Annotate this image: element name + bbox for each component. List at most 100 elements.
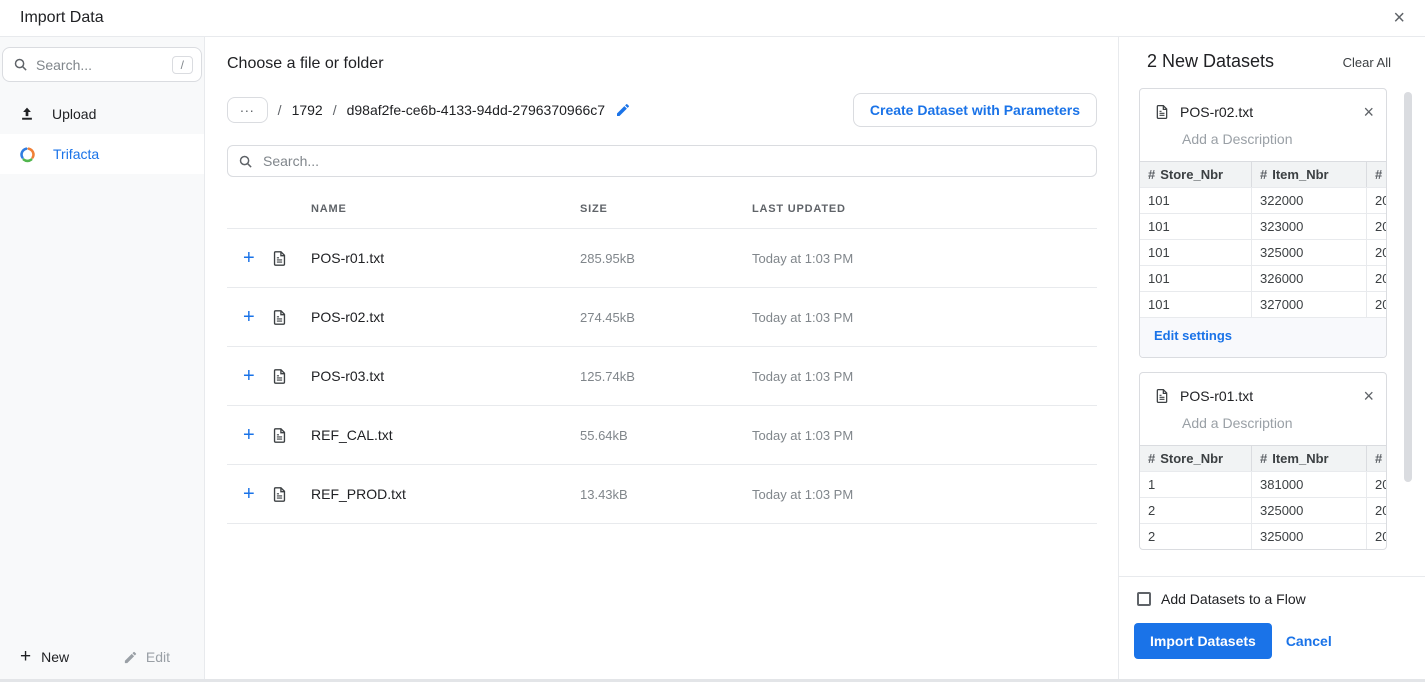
file-browser-panel: Choose a file or folder ... / 1792 / d98… [205, 37, 1118, 682]
preview-cell: 20 [1367, 523, 1386, 549]
sidebar-item-label: Trifacta [53, 146, 99, 162]
edit-settings-link[interactable]: Edit settings [1154, 328, 1232, 343]
file-icon [1154, 387, 1170, 405]
create-dataset-with-parameters-button[interactable]: Create Dataset with Parameters [853, 93, 1097, 127]
dataset-cards: POS-r02.txt × Add a Description #Store_N… [1119, 80, 1425, 576]
sidebar-footer: + New Edit [0, 632, 204, 682]
file-last-updated: Today at 1:03 PM [752, 428, 1097, 443]
preview-row: 10132300020 [1140, 213, 1386, 239]
preview-cell: 323000 [1252, 213, 1367, 239]
file-icon [271, 308, 311, 327]
search-icon [238, 154, 253, 169]
dialog-title: Import Data [20, 9, 104, 27]
file-row[interactable]: + POS-r02.txt 274.45kB Today at 1:03 PM [227, 288, 1097, 347]
column-header-last-updated: LAST UPDATED [752, 203, 1097, 215]
preview-cell: 20 [1367, 265, 1386, 291]
file-icon [271, 367, 311, 386]
preview-cell: 2 [1140, 523, 1252, 549]
preview-table-header: #Store_Nbr#Item_Nbr # [1140, 445, 1386, 471]
add-file-plus-icon[interactable]: + [227, 248, 271, 268]
clear-all-button[interactable]: Clear All [1343, 55, 1391, 70]
file-row[interactable]: + REF_CAL.txt 55.64kB Today at 1:03 PM [227, 406, 1097, 465]
edit-connection-button[interactable]: Edit [123, 649, 170, 665]
file-icon [271, 426, 311, 445]
breadcrumb-separator: / [278, 102, 282, 118]
dataset-filename: POS-r01.txt [1180, 387, 1253, 404]
preview-cell: 101 [1140, 291, 1252, 317]
preview-cell: 101 [1140, 213, 1252, 239]
remove-dataset-close-icon[interactable]: × [1363, 103, 1374, 121]
preview-column-header: #Store_Nbr [1140, 445, 1252, 471]
breadcrumb-segment-current[interactable]: d98af2fe-ce6b-4133-94dd-2796370966c7 [347, 102, 605, 118]
dataset-card: POS-r02.txt × Add a Description # Store_N… [1139, 88, 1387, 358]
remove-dataset-close-icon[interactable]: × [1363, 387, 1374, 405]
add-file-plus-icon[interactable]: + [227, 425, 271, 445]
numeric-type-icon: # [1148, 167, 1155, 182]
add-to-flow-option[interactable]: Add Datasets to a Flow [1137, 591, 1409, 607]
dataset-description-placeholder[interactable]: Add a Description [1182, 131, 1372, 147]
dataset-card-footer: Edit settings [1140, 317, 1386, 357]
upload-icon [18, 105, 36, 123]
file-row[interactable]: + POS-r03.txt 125.74kB Today at 1:03 PM [227, 347, 1097, 406]
sidebar-search-input[interactable] [36, 57, 164, 73]
file-name: POS-r03.txt [311, 368, 580, 384]
import-datasets-button[interactable]: Import Datasets [1134, 623, 1272, 659]
preview-cell: 20 [1367, 239, 1386, 265]
file-search-input[interactable] [263, 153, 1086, 169]
add-to-flow-label: Add Datasets to a Flow [1161, 591, 1306, 607]
breadcrumb-separator: / [333, 102, 337, 118]
numeric-type-icon: # [1148, 451, 1155, 466]
dataset-description-placeholder[interactable]: Add a Description [1182, 415, 1372, 431]
add-to-flow-checkbox[interactable] [1137, 592, 1151, 606]
cancel-button[interactable]: Cancel [1286, 633, 1332, 649]
dataset-filename: POS-r02.txt [1180, 103, 1253, 120]
breadcrumb-ellipsis-button[interactable]: ... [227, 97, 268, 123]
file-last-updated: Today at 1:03 PM [752, 487, 1097, 502]
preview-column-header: #Item_Nbr [1252, 161, 1367, 187]
preview-column-header: #Item_Nbr [1252, 445, 1367, 471]
preview-row: 138100020 [1140, 471, 1386, 497]
sidebar-item-upload[interactable]: Upload [0, 94, 204, 134]
pencil-icon [123, 650, 138, 665]
numeric-type-icon: # [1375, 451, 1382, 466]
preview-cell: 20 [1367, 471, 1386, 497]
file-search-box[interactable] [227, 145, 1097, 177]
edit-button-label: Edit [146, 649, 170, 665]
file-row[interactable]: + POS-r01.txt 285.95kB Today at 1:03 PM [227, 229, 1097, 288]
file-icon [271, 485, 311, 504]
edit-path-pencil-icon[interactable] [615, 102, 631, 118]
add-file-plus-icon[interactable]: + [227, 307, 271, 327]
file-icon [271, 249, 311, 268]
search-shortcut-hint: / [172, 56, 193, 74]
file-last-updated: Today at 1:03 PM [752, 251, 1097, 266]
file-table-body: + POS-r01.txt 285.95kB Today at 1:03 PM … [227, 229, 1097, 524]
preview-cell: 381000 [1252, 471, 1367, 497]
preview-row: 232500020 [1140, 523, 1386, 549]
breadcrumb-segment-folder[interactable]: 1792 [292, 102, 323, 118]
preview-column-header: # Store_Nbr [1140, 161, 1252, 187]
numeric-type-icon: # [1260, 167, 1267, 182]
preview-table-body: 138100020232500020232500020 [1140, 471, 1386, 549]
preview-table-body: 1013220002010132300020101325000201013260… [1140, 187, 1386, 317]
close-icon[interactable]: × [1393, 8, 1405, 28]
search-icon [13, 57, 28, 72]
file-size: 285.95kB [580, 251, 752, 266]
new-connection-button[interactable]: + New [20, 646, 69, 668]
preview-cell: 20 [1367, 187, 1386, 213]
preview-cell: 325000 [1252, 239, 1367, 265]
sidebar-search-box[interactable]: / [2, 47, 202, 82]
preview-row: 10132600020 [1140, 265, 1386, 291]
sidebar-item-trifacta[interactable]: Trifacta [0, 134, 204, 174]
preview-cell: 1 [1140, 471, 1252, 497]
file-row[interactable]: + REF_PROD.txt 13.43kB Today at 1:03 PM [227, 465, 1097, 524]
new-datasets-panel: 2 New Datasets Clear All POS-r02.txt × A… [1118, 37, 1425, 682]
preview-column-name: Store_Nbr [1160, 167, 1223, 182]
sidebar-item-label: Upload [52, 106, 96, 122]
file-size: 13.43kB [580, 487, 752, 502]
preview-row: 10132700020 [1140, 291, 1386, 317]
add-file-plus-icon[interactable]: + [227, 366, 271, 386]
panel-scrollbar-thumb[interactable] [1404, 92, 1412, 482]
add-file-plus-icon[interactable]: + [227, 484, 271, 504]
preview-row: 232500020 [1140, 497, 1386, 523]
preview-cell: 325000 [1252, 523, 1367, 549]
